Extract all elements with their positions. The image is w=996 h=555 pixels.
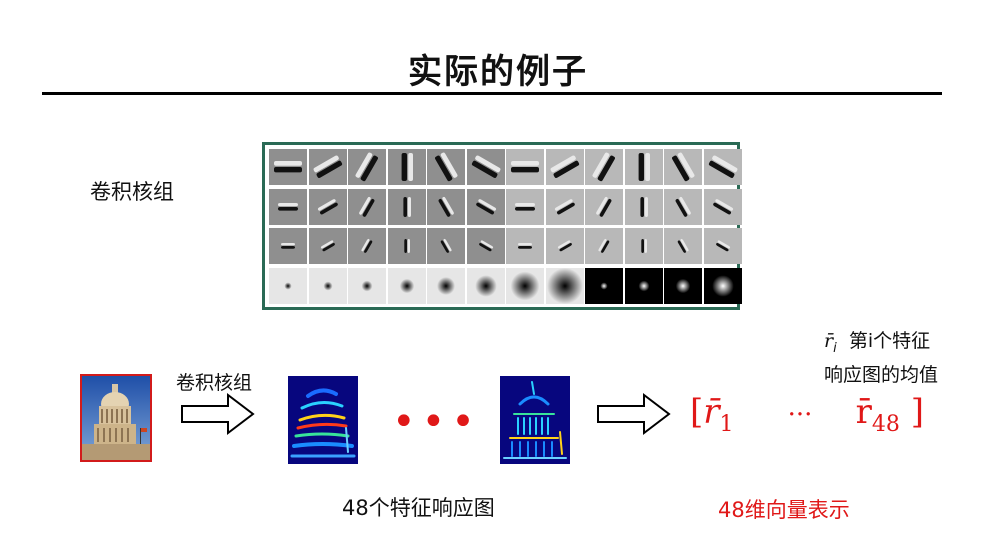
filter-cell [624,149,663,185]
filter-cell [585,149,623,185]
filter-cell [545,228,584,264]
filter-cell [624,228,663,264]
feature-map-first [288,376,358,464]
filter-cell [269,149,307,185]
filter-cell [585,267,623,304]
filter-cell [506,188,544,225]
filter-cell [348,228,386,264]
input-image [80,374,152,462]
vector-last-symbol: r̄ [855,392,872,432]
filter-cell [703,267,742,304]
vector-first-sub: 1 [719,412,734,437]
filter-cell [308,228,347,264]
filter-cell [269,267,307,304]
filter-cell [387,228,426,264]
title-divider [42,92,942,95]
note-line-2: 响应图的均值 [824,363,939,386]
filter-cell [466,228,505,264]
vector-first-symbol: r̄ [703,392,720,432]
filter-cell [664,267,702,304]
filter-cell [348,188,386,225]
filter-cell [427,149,465,185]
filter-cell [427,228,465,264]
filter-cell [703,149,742,185]
filter-cell [308,267,347,304]
filter-cell [664,149,702,185]
filter-cell [466,188,505,225]
filter-cell [387,188,426,225]
filter-cell [269,228,307,264]
filter-cell [506,228,544,264]
filter-cell [664,228,702,264]
more-maps-dots: ••• [392,399,481,445]
filter-cell [308,149,347,185]
feature-map-last [500,376,570,464]
filter-cell [703,188,742,225]
vector-last-sub: 48 [871,412,900,437]
vector-caption: 48维向量表示 [718,498,850,522]
note-line-1: 第i个特征 [848,330,931,352]
mean-response-note: r̄i 第i个特征 响应图的均值 [824,328,938,388]
filter-bank-grid [262,142,742,310]
convolution-arrow-icon [181,392,255,436]
filter-cell [506,267,544,304]
filter-cell [506,149,544,185]
vector-ellipsis: ··· [787,400,813,430]
filter-cell [545,149,584,185]
feature-maps-caption: 48个特征响应图 [342,496,495,520]
filter-cell [427,188,465,225]
feature-vector: [r̄1 ··· r̄48 ] [690,392,924,437]
filter-cell [308,188,347,225]
filter-cell [348,149,386,185]
filter-cell [585,228,623,264]
filter-cell [545,267,584,304]
filter-cell [624,267,663,304]
filter-cell [664,188,702,225]
vector-close-bracket: ] [910,392,924,432]
filter-cell [624,188,663,225]
filter-cell [348,267,386,304]
filter-cell [387,267,426,304]
to-vector-arrow-icon [597,392,671,436]
filter-bank-label: 卷积核组 [90,180,174,204]
arrow-label: 卷积核组 [176,372,253,394]
page-title: 实际的例子 [408,52,588,92]
vector-open-bracket: [ [690,392,704,432]
filter-cell [703,228,742,264]
filter-cell [585,188,623,225]
filter-cell [545,188,584,225]
r-bar-symbol: r̄ [824,330,834,352]
filter-cell [466,149,505,185]
filter-cell [387,149,426,185]
r-bar-subscript: i [833,340,837,356]
filter-cell [269,188,307,225]
filter-cell [466,267,505,304]
filter-cell [427,267,465,304]
